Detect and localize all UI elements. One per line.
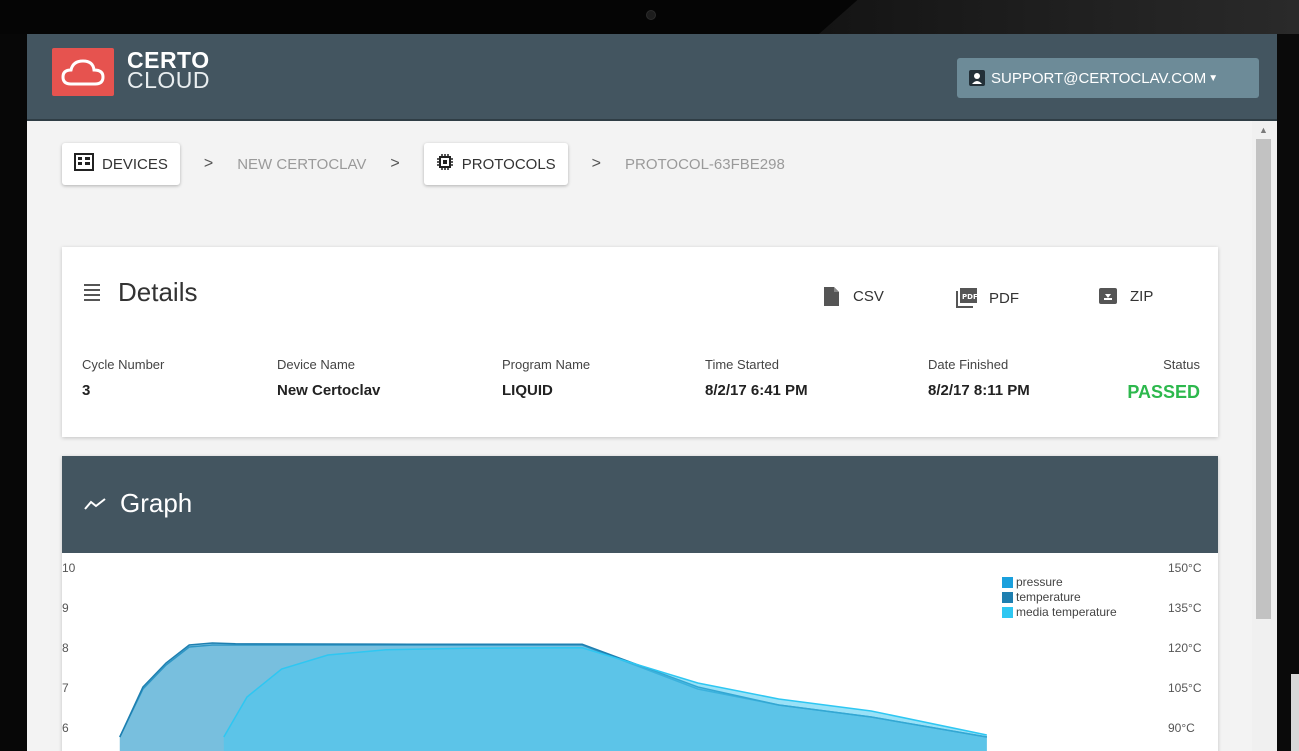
- y-right-tick-label: 135°C: [1168, 601, 1202, 615]
- cycle-number-field: Cycle Number 3: [82, 357, 164, 399]
- legend-item[interactable]: pressure: [1002, 575, 1117, 590]
- trend-line-icon: [84, 497, 106, 510]
- chart-legend: pressure temperature media temperature: [1002, 575, 1117, 620]
- breadcrumb-protocols-label: PROTOCOLS: [461, 155, 556, 173]
- graph-title-row: Graph: [84, 488, 192, 519]
- bezel-sheen: [1291, 674, 1299, 751]
- series-area-media-temperature: [223, 647, 987, 751]
- laptop-bezel-left: [0, 34, 27, 751]
- details-header: Details: [84, 277, 197, 308]
- field-label: Status: [1163, 357, 1200, 372]
- y-right-tick-label: 120°C: [1168, 641, 1202, 655]
- y-left-tick-label: 8: [62, 641, 69, 655]
- scroll-up-icon[interactable]: ▲: [1259, 125, 1268, 135]
- chip-icon: [436, 153, 454, 175]
- field-value: LIQUID: [502, 382, 553, 399]
- y-left-tick-label: 6: [62, 721, 69, 735]
- user-menu-button[interactable]: SUPPORT@CERTOCLAV.COM ▼: [957, 58, 1259, 98]
- file-icon: [824, 287, 839, 306]
- user-icon: [969, 70, 985, 86]
- y-left-tick-label: 9: [62, 601, 69, 615]
- field-label: Program Name: [502, 357, 591, 372]
- legend-swatch: [1002, 592, 1013, 603]
- field-label: Date Finished: [928, 357, 1009, 372]
- brand-line-2: CLOUD: [127, 67, 211, 93]
- legend-item[interactable]: media temperature: [1002, 605, 1117, 620]
- breadcrumb-device[interactable]: NEW CERTOCLAV: [237, 156, 366, 173]
- cloud-logo-icon[interactable]: [52, 48, 114, 96]
- breadcrumb-devices-button[interactable]: DEVICES: [62, 143, 180, 185]
- y-right-tick-label: 90°C: [1168, 721, 1195, 735]
- legend-item[interactable]: temperature: [1002, 590, 1117, 605]
- laptop-bezel-top: [0, 0, 1299, 34]
- breadcrumb-protocols-button[interactable]: PROTOCOLS: [423, 143, 568, 185]
- details-title: Details: [118, 277, 198, 307]
- breadcrumb-protocol: PROTOCOL-63FBE298: [625, 155, 785, 173]
- program-name-field: Program Name LIQUID: [502, 357, 590, 399]
- download-zip-button[interactable]: ZIP: [1098, 287, 1153, 305]
- brand-logo-text: CERTO CLOUD: [127, 49, 211, 93]
- graph-card: Graph pressure temperature media temperatu…: [62, 456, 1218, 751]
- field-value: 8/2/17 8:11 PM: [928, 382, 1030, 399]
- status-field: Status PASSED: [1127, 357, 1200, 403]
- breadcrumb-devices-label: DEVICES: [102, 155, 168, 173]
- caret-down-icon: ▼: [1208, 72, 1219, 84]
- field-label: Device Name: [277, 357, 356, 372]
- app-screen: CERTO CLOUD SUPPORT@CERTOCLAV.COM ▼ ▲ DE…: [27, 34, 1277, 751]
- user-email: SUPPORT@CERTOCLAV.COM: [991, 69, 1207, 87]
- y-left-tick-label: 7: [62, 681, 69, 695]
- top-navbar: CERTO CLOUD SUPPORT@CERTOCLAV.COM ▼: [27, 34, 1277, 121]
- chevron-right-icon: >: [203, 155, 214, 172]
- csv-label: CSV: [853, 288, 884, 305]
- archive-icon: [1099, 288, 1117, 304]
- y-right-tick-label: 150°C: [1168, 561, 1202, 575]
- legend-label: temperature: [1016, 590, 1081, 604]
- vertical-scrollbar[interactable]: ▲: [1252, 121, 1277, 751]
- status-badge: PASSED: [1127, 382, 1200, 402]
- download-csv-button[interactable]: CSV: [824, 287, 884, 306]
- chevron-right-icon: >: [591, 155, 602, 172]
- date-finished-field: Date Finished 8/2/17 8:11 PM: [928, 357, 1030, 399]
- y-left-tick-label: 10: [62, 561, 76, 575]
- zip-label: ZIP: [1130, 287, 1154, 305]
- graph-header: Graph: [62, 456, 1218, 553]
- laptop-bezel-right: [1277, 34, 1299, 751]
- bezel-gloss: [819, 0, 1299, 34]
- protocol-chart: pressure temperature media temperature 10 9…: [62, 553, 1218, 751]
- legend-swatch: [1002, 577, 1013, 588]
- legend-label: media temperature: [1016, 605, 1117, 619]
- pdf-label: PDF: [989, 289, 1019, 307]
- time-started-field: Time Started 8/2/17 6:41 PM: [705, 357, 808, 399]
- webcam: [646, 10, 656, 20]
- download-pdf-button[interactable]: PDF PDF: [955, 287, 1019, 309]
- field-label: Time Started: [705, 357, 779, 372]
- breadcrumb: DEVICES > NEW CERTOCLAV > PROTOCOLS > PR…: [62, 142, 785, 186]
- field-value: 3: [82, 382, 91, 399]
- device-name-field: Device Name New Certoclav: [277, 357, 380, 399]
- field-value: 8/2/17 6:41 PM: [705, 382, 808, 399]
- legend-swatch: [1002, 607, 1013, 618]
- legend-label: pressure: [1016, 575, 1063, 589]
- field-value: New Certoclav: [277, 382, 381, 399]
- pdf-icon: PDF: [956, 288, 978, 308]
- chevron-right-icon: >: [390, 155, 400, 172]
- scrollbar-thumb[interactable]: [1256, 139, 1271, 619]
- menu-lines-icon: [84, 281, 100, 304]
- details-card: Details CSV PDF PDF ZIP Cycle Number 3 D…: [62, 247, 1218, 437]
- field-label: Cycle Number: [82, 357, 165, 372]
- y-right-tick-label: 105°C: [1168, 681, 1202, 695]
- devices-icon: [74, 153, 94, 175]
- svg-text:PDF: PDF: [962, 293, 978, 301]
- graph-title: Graph: [120, 488, 193, 518]
